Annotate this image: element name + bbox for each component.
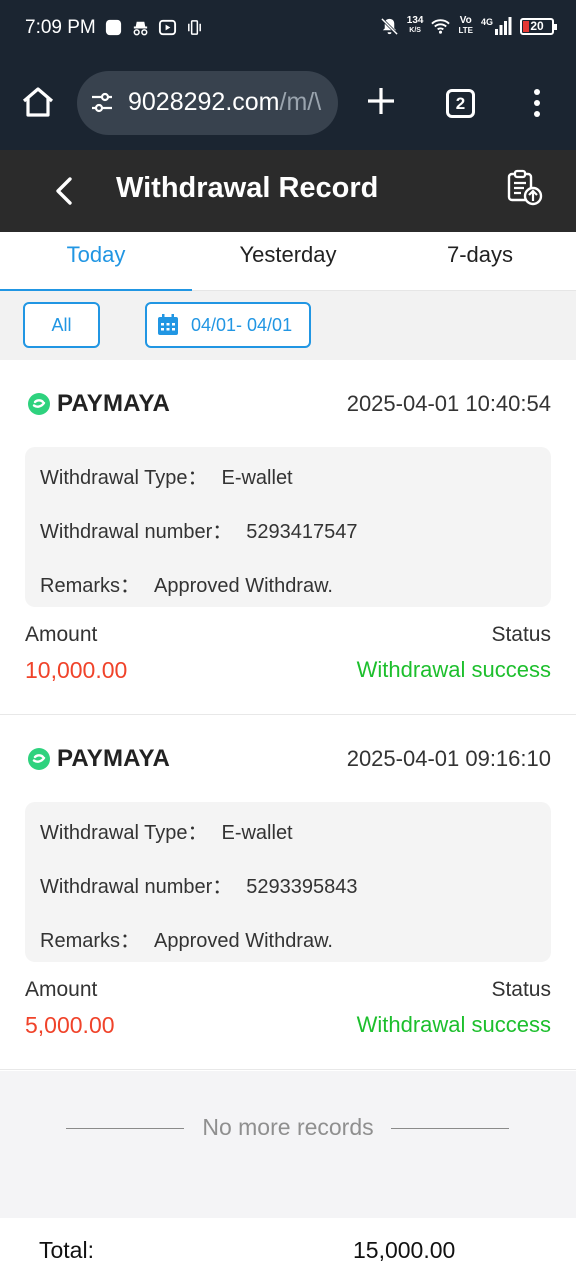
withdrawal-type-row: Withdrawal Type： E-wallet: [40, 816, 293, 845]
end-of-list: No more records: [0, 1071, 576, 1218]
total-bar: Total: 15,000.00: [0, 1218, 576, 1280]
filter-bar: All 04/01- 04/01: [0, 291, 576, 360]
total-label: Total:: [39, 1237, 94, 1263]
home-icon[interactable]: [20, 84, 56, 120]
tab-7-days[interactable]: 7-days: [384, 232, 576, 291]
browser-toolbar: 9028292.com/m/\ 2: [0, 58, 576, 150]
vibrate-icon: [188, 20, 201, 35]
withdrawal-type-label: Withdrawal Type：: [40, 467, 208, 489]
tab-yesterday[interactable]: Yesterday: [192, 232, 384, 291]
status-label: Status: [491, 978, 551, 1001]
mute-bell-icon: [380, 17, 398, 35]
network-speed-unit: K/S: [409, 27, 421, 34]
address-bar[interactable]: 9028292.com/m/\: [77, 71, 338, 135]
volte-bottom: LTE: [458, 26, 473, 35]
remarks-label: Remarks：: [40, 575, 141, 597]
withdrawal-number-label: Withdrawal number：: [40, 521, 233, 543]
withdrawal-record[interactable]: PAYMAYA 2025-04-01 09:16:10 Withdrawal T…: [0, 715, 576, 1070]
withdrawal-number-value: 5293395843: [246, 876, 358, 898]
incognito-icon: [133, 21, 148, 36]
date-range-picker[interactable]: 04/01- 04/01: [145, 302, 311, 348]
status-value: Withdrawal success: [356, 1012, 551, 1037]
network-speed: 134 K/S: [407, 16, 424, 36]
cell-signal: 4G: [481, 17, 512, 35]
provider-name: PAYMAYA: [57, 390, 171, 417]
provider: PAYMAYA: [27, 390, 170, 418]
period-tabs: Today Yesterday 7-days: [0, 232, 576, 291]
record-details: Withdrawal Type： E-wallet Withdrawal numb…: [25, 447, 551, 607]
volte-top: Vo: [459, 15, 472, 26]
withdrawal-number-row: Withdrawal number： 5293417547: [40, 515, 358, 544]
withdrawal-number-value: 5293417547: [246, 521, 358, 543]
amount-label: Amount: [25, 623, 98, 646]
battery-indicator: 20: [520, 17, 557, 35]
record-datetime: 2025-04-01 09:16:10: [346, 746, 551, 771]
withdrawal-number-row: Withdrawal number： 5293395843: [40, 870, 358, 899]
volte-indicator: Vo LTE: [458, 16, 473, 36]
total-value: 15,000.00: [353, 1237, 456, 1263]
video-app-icon: [158, 19, 177, 36]
record-details: Withdrawal Type： E-wallet Withdrawal numb…: [25, 802, 551, 962]
paymaya-logo-icon: [28, 748, 50, 770]
withdrawal-type-value: E-wallet: [221, 822, 293, 844]
status-bar: 7:09 PM 134 K/S Vo LTE 4G 20: [0, 0, 576, 58]
site-settings-icon[interactable]: [90, 92, 114, 114]
paymaya-logo-icon: [28, 393, 50, 415]
page-title: Withdrawal Record: [116, 172, 379, 204]
calendar-icon: [158, 314, 178, 335]
url-text[interactable]: 9028292.com/m/\: [128, 88, 321, 117]
remarks-value: Approved Withdraw.: [154, 930, 333, 952]
withdrawal-record[interactable]: PAYMAYA 2025-04-01 10:40:54 Withdrawal T…: [0, 360, 576, 715]
provider-name: PAYMAYA: [57, 745, 171, 772]
back-arrow-icon[interactable]: [50, 174, 78, 208]
status-value: Withdrawal success: [356, 657, 551, 682]
wifi-icon: [431, 18, 451, 34]
url-path: /m/\: [279, 88, 322, 116]
remarks-label: Remarks：: [40, 930, 141, 952]
amount-label: Amount: [25, 978, 98, 1001]
signal-bars-icon: [495, 17, 512, 35]
record-datetime: 2025-04-01 10:40:54: [346, 391, 551, 416]
remarks-value: Approved Withdraw.: [154, 575, 333, 597]
more-menu-icon[interactable]: [530, 88, 544, 118]
divider-right: [391, 1128, 509, 1129]
remarks-row: Remarks： Approved Withdraw.: [40, 569, 333, 598]
remarks-row: Remarks： Approved Withdraw.: [40, 924, 333, 953]
battery-level: 20: [530, 18, 544, 33]
amount-value: 10,000.00: [25, 657, 128, 683]
status-label: Status: [491, 623, 551, 646]
tab-today[interactable]: Today: [0, 232, 192, 291]
provider: PAYMAYA: [27, 745, 170, 773]
clipboard-export-icon[interactable]: [505, 168, 545, 208]
app-notification-icon: [105, 19, 122, 36]
withdrawal-type-value: E-wallet: [221, 467, 293, 489]
withdrawal-type-label: Withdrawal Type：: [40, 822, 208, 844]
date-range-text: 04/01- 04/01: [191, 315, 293, 335]
withdrawal-type-row: Withdrawal Type： E-wallet: [40, 461, 293, 490]
network-speed-value: 134: [406, 15, 424, 26]
filter-all-button[interactable]: All: [23, 302, 100, 348]
signal-type: 4G: [480, 17, 493, 27]
amount-value: 5,000.00: [25, 1012, 115, 1038]
tab-switcher-button[interactable]: 2: [446, 89, 475, 118]
withdrawal-number-label: Withdrawal number：: [40, 876, 233, 898]
url-domain: 9028292.com: [128, 88, 280, 116]
status-time: 7:09 PM: [25, 17, 96, 38]
page-header: Withdrawal Record: [0, 150, 576, 232]
new-tab-icon[interactable]: [366, 86, 396, 116]
